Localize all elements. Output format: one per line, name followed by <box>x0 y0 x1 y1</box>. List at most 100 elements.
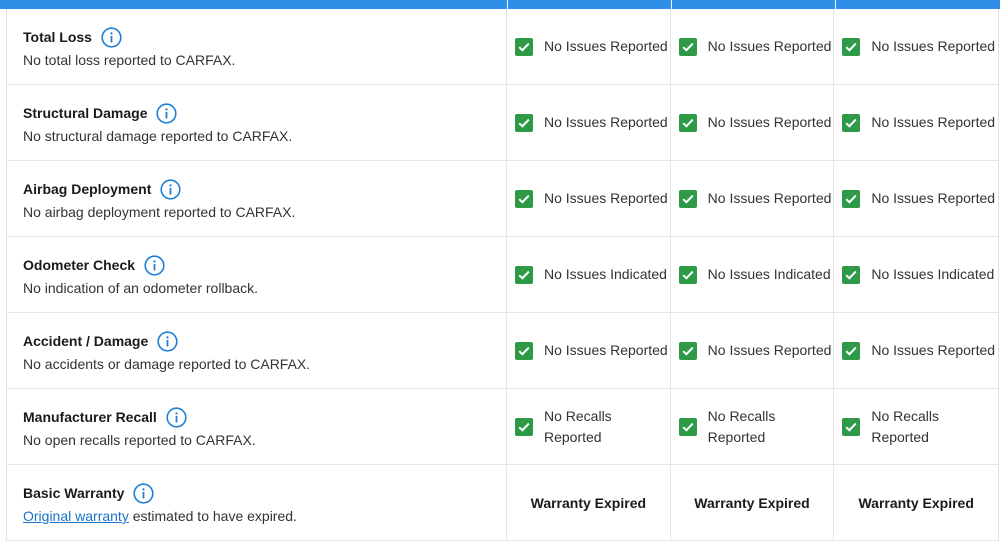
value-text: No Issues Reported <box>543 38 668 54</box>
row-description: Original warranty estimated to have expi… <box>23 507 506 525</box>
check-icon <box>842 417 861 436</box>
value-text: No Issues Reported <box>543 190 668 206</box>
row-title: Basic Warranty <box>23 485 125 501</box>
row-label: Total Loss No total loss reported to CAR… <box>7 9 507 84</box>
value-text: Warranty Expired <box>858 494 974 511</box>
check-icon <box>514 37 533 56</box>
table-row-odometer-check: Odometer Check No indication of an odome… <box>7 237 998 313</box>
check-icon <box>678 189 697 208</box>
header-bar <box>0 0 1000 9</box>
value-text: No Issues Reported <box>543 114 668 130</box>
value-cell: Warranty Expired <box>671 465 835 540</box>
value-text: No Issues Reported <box>871 342 996 358</box>
history-table: Total Loss No total loss reported to CAR… <box>6 9 999 541</box>
row-title: Airbag Deployment <box>23 181 152 197</box>
info-icon[interactable] <box>166 406 187 428</box>
value-text: No Issues Reported <box>707 342 832 358</box>
value-text: No Recalls Reported <box>543 407 612 445</box>
value-cell: No Recalls Reported <box>507 389 671 464</box>
row-title: Odometer Check <box>23 257 136 273</box>
row-description: No airbag deployment reported to CARFAX. <box>23 204 296 220</box>
check-icon <box>678 113 697 132</box>
info-icon[interactable] <box>133 482 155 504</box>
info-icon[interactable] <box>144 254 165 276</box>
value-cell: No Issues Reported <box>507 161 671 236</box>
value-text: No Issues Reported <box>871 114 996 130</box>
table-row-accident-damage: Accident / Damage No accidents or damage… <box>7 313 998 389</box>
info-icon[interactable] <box>101 26 122 48</box>
row-label: Basic Warranty Original warranty estimat… <box>7 465 507 540</box>
row-label: Airbag Deployment No airbag deployment r… <box>7 161 507 236</box>
value-cell: No Issues Reported <box>834 9 998 84</box>
value-cell: No Issues Indicated <box>834 237 998 312</box>
row-description: No structural damage reported to CARFAX. <box>23 128 293 144</box>
value-cell: No Recalls Reported <box>834 389 998 464</box>
row-description: No total loss reported to CARFAX. <box>23 52 236 68</box>
check-icon <box>514 189 533 208</box>
value-text: No Issues Reported <box>871 38 996 54</box>
row-label: Odometer Check No indication of an odome… <box>7 237 507 312</box>
value-cell: No Issues Reported <box>671 85 835 160</box>
value-cell: No Issues Reported <box>507 313 671 388</box>
value-cell: No Issues Reported <box>507 85 671 160</box>
value-text: No Issues Reported <box>707 190 832 206</box>
check-icon <box>842 37 861 56</box>
check-icon <box>678 341 697 360</box>
value-cell: Warranty Expired <box>507 465 671 540</box>
check-icon <box>514 265 533 284</box>
row-title: Structural Damage <box>23 105 148 121</box>
value-text: No Recalls Reported <box>871 407 940 445</box>
value-cell: Warranty Expired <box>834 465 998 540</box>
check-icon <box>678 265 697 284</box>
value-cell: No Issues Reported <box>671 161 835 236</box>
info-icon[interactable] <box>157 330 178 352</box>
check-icon <box>842 113 861 132</box>
value-cell: No Issues Reported <box>834 85 998 160</box>
row-label: Manufacturer Recall No open recalls repo… <box>7 389 507 464</box>
value-cell: No Issues Indicated <box>671 237 835 312</box>
row-description: No accidents or damage reported to CARFA… <box>23 356 311 372</box>
row-title: Total Loss <box>23 29 92 45</box>
row-description: No indication of an odometer rollback. <box>23 280 259 296</box>
value-text: Warranty Expired <box>530 494 647 511</box>
row-label: Structural Damage No structural damage r… <box>7 85 507 160</box>
value-text: No Issues Reported <box>707 114 832 130</box>
header-divider <box>835 0 836 9</box>
check-icon <box>842 341 861 360</box>
row-title: Manufacturer Recall <box>23 409 157 425</box>
value-cell: No Issues Reported <box>671 9 835 84</box>
check-icon <box>842 265 861 284</box>
table-row-manufacturer-recall: Manufacturer Recall No open recalls repo… <box>7 389 998 465</box>
value-cell: No Issues Reported <box>834 161 998 236</box>
value-text: No Issues Indicated <box>707 266 831 282</box>
value-cell: No Issues Indicated <box>507 237 671 312</box>
value-cell: No Recalls Reported <box>671 389 835 464</box>
header-divider <box>507 0 508 9</box>
check-icon <box>514 113 533 132</box>
info-icon[interactable] <box>160 178 181 200</box>
row-description-rest: estimated to have expired. <box>128 508 297 524</box>
row-description: No open recalls reported to CARFAX. <box>23 432 256 448</box>
check-icon <box>678 37 697 56</box>
value-text: No Recalls Reported <box>707 407 776 445</box>
header-divider <box>671 0 672 9</box>
table-row-basic-warranty: Basic Warranty Original warranty estimat… <box>7 465 998 541</box>
value-text: No Issues Reported <box>871 190 996 206</box>
info-icon[interactable] <box>156 102 178 124</box>
check-icon <box>514 341 533 360</box>
value-text: No Issues Reported <box>707 38 832 54</box>
value-text: No Issues Indicated <box>543 266 667 282</box>
check-icon <box>514 417 533 436</box>
table-row-airbag-deployment: Airbag Deployment No airbag deployment r… <box>7 161 998 237</box>
table-row-structural-damage: Structural Damage No structural damage r… <box>7 85 998 161</box>
value-text: Warranty Expired <box>694 494 810 511</box>
row-title: Accident / Damage <box>23 333 149 349</box>
value-text: No Issues Indicated <box>871 266 995 282</box>
row-label: Accident / Damage No accidents or damage… <box>7 313 507 388</box>
check-icon <box>842 189 861 208</box>
table-row-total-loss: Total Loss No total loss reported to CAR… <box>7 9 998 85</box>
check-icon <box>678 417 697 436</box>
value-cell: No Issues Reported <box>834 313 998 388</box>
value-cell: No Issues Reported <box>671 313 835 388</box>
original-warranty-link[interactable]: Original warranty <box>23 508 129 524</box>
